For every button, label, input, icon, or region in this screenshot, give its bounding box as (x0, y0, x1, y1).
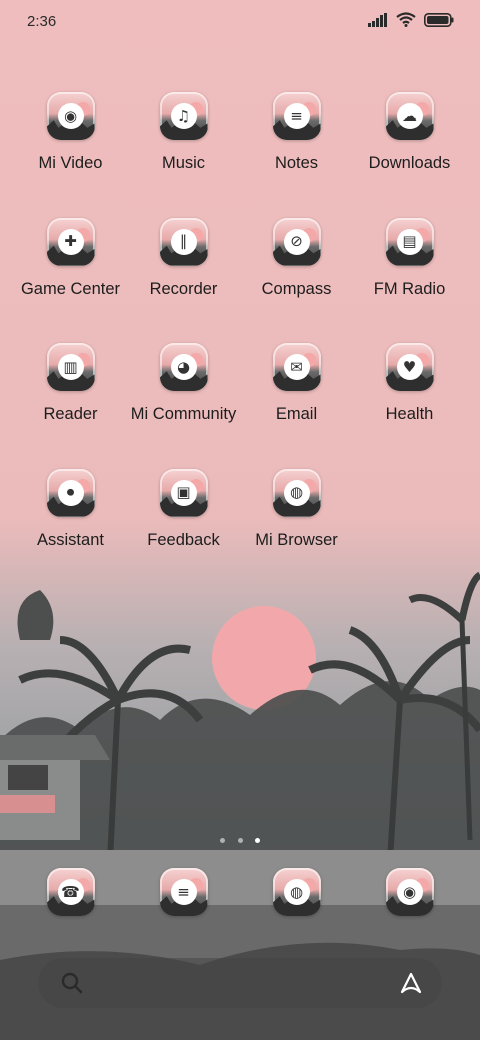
message-icon[interactable]: ≡ (159, 868, 208, 916)
planet-icon-glyph: ◍ (283, 879, 310, 905)
notes-icon[interactable]: ≡ (272, 92, 321, 140)
envelope-icon-glyph: ✉ (283, 354, 310, 380)
chat-face-icon-glyph: ◕ (170, 354, 197, 380)
notes-icon-glyph: ≡ (283, 103, 310, 129)
briefcase-icon[interactable]: ▣ (159, 468, 208, 517)
app-mi-browser[interactable]: ◍ Mi Browser (240, 468, 353, 550)
gamepad-icon[interactable]: ✚ (46, 217, 95, 266)
app-label: FM Radio (373, 279, 446, 298)
book-icon-glyph: ▥ (57, 354, 84, 380)
page-dot (237, 838, 243, 843)
camera-icon[interactable]: ◉ (385, 868, 434, 916)
app-label: Game Center (20, 279, 121, 298)
app-label: Mi Community (130, 405, 237, 423)
page-indicator (0, 830, 480, 848)
envelope-icon[interactable]: ✉ (272, 343, 321, 391)
radio-icon[interactable]: ▤ (385, 217, 434, 266)
dock-phone[interactable]: ☎ (14, 868, 127, 916)
dock-camera[interactable]: ◉ (353, 868, 466, 916)
cloud-download-icon[interactable]: ☁ (385, 92, 434, 140)
app-mi-community[interactable]: ◕ Mi Community (127, 343, 240, 424)
gamepad-icon-glyph: ✚ (57, 228, 84, 255)
phone-icon[interactable]: ☎ (46, 868, 95, 916)
microphone-icon-glyph: ⏺ (57, 479, 84, 506)
app-health[interactable]: ♥ Health (353, 343, 466, 424)
camera-icon-glyph: ◉ (396, 879, 423, 905)
app-notes[interactable]: ≡ Notes (240, 92, 353, 173)
wifi-icon (396, 12, 416, 27)
page-dot (220, 838, 226, 843)
film-reel-icon-glyph: ◉ (57, 103, 84, 129)
phone-icon-glyph: ☎ (57, 879, 84, 905)
app-downloads[interactable]: ☁ Downloads (353, 92, 466, 173)
soundwave-icon[interactable]: ∥ (159, 217, 208, 266)
app-reader[interactable]: ▥ Reader (14, 343, 127, 424)
status-time: 2:36 (27, 13, 57, 30)
app-label: Mi Video (38, 154, 103, 172)
app-assistant[interactable]: ⏺ Assistant (14, 468, 127, 550)
assistant-a-icon[interactable] (398, 970, 424, 996)
message-icon-glyph: ≡ (170, 879, 197, 905)
app-label: Downloads (368, 154, 451, 172)
microphone-icon[interactable]: ⏺ (46, 468, 95, 517)
app-label: Recorder (149, 279, 218, 298)
radio-icon-glyph: ▤ (396, 228, 423, 255)
app-email[interactable]: ✉ Email (240, 343, 353, 424)
compass-icon[interactable]: ⊘ (272, 217, 321, 266)
film-reel-icon[interactable]: ◉ (46, 92, 95, 140)
book-icon[interactable]: ▥ (46, 343, 95, 391)
app-compass[interactable]: ⊘ Compass (240, 217, 353, 299)
app-music[interactable]: ♫ Music (127, 92, 240, 173)
app-label: Feedback (147, 530, 220, 549)
app-label: Health (385, 405, 434, 423)
search-bar[interactable] (38, 958, 442, 1008)
battery-icon (424, 12, 454, 27)
search-icon[interactable] (60, 971, 84, 995)
app-recorder[interactable]: ∥ Recorder (127, 217, 240, 299)
app-game-center[interactable]: ✚ Game Center (14, 217, 127, 299)
cellular-signal-icon (368, 12, 387, 27)
heart-plus-icon[interactable]: ♥ (385, 343, 434, 391)
briefcase-icon-glyph: ▣ (170, 479, 197, 506)
heart-plus-icon-glyph: ♥ (396, 354, 423, 380)
app-feedback[interactable]: ▣ Feedback (127, 468, 240, 550)
app-fm-radio[interactable]: ▤ FM Radio (353, 217, 466, 299)
app-mi-video[interactable]: ◉ Mi Video (14, 92, 127, 173)
planet-icon[interactable]: ◍ (272, 868, 321, 916)
dock-browser[interactable]: ◍ (240, 868, 353, 916)
status-bar: 2:36 (0, 0, 480, 44)
app-label: Mi Browser (255, 530, 338, 549)
dock-messages[interactable]: ≡ (127, 868, 240, 916)
chat-face-icon[interactable]: ◕ (159, 343, 208, 391)
soundwave-icon-glyph: ∥ (170, 228, 197, 255)
app-label: Music (161, 154, 206, 172)
app-label: Email (275, 405, 318, 423)
planet-icon[interactable]: ◍ (272, 468, 321, 517)
planet-icon-glyph: ◍ (283, 479, 310, 506)
cloud-download-icon-glyph: ☁ (396, 103, 423, 129)
music-note-icon-glyph: ♫ (170, 103, 197, 129)
music-note-icon[interactable]: ♫ (159, 92, 208, 140)
app-label: Reader (43, 405, 98, 423)
app-label: Assistant (37, 530, 104, 549)
app-label: Notes (274, 154, 319, 172)
page-dot-active (254, 838, 260, 843)
compass-icon-glyph: ⊘ (283, 228, 310, 255)
app-label: Compass (261, 279, 332, 298)
